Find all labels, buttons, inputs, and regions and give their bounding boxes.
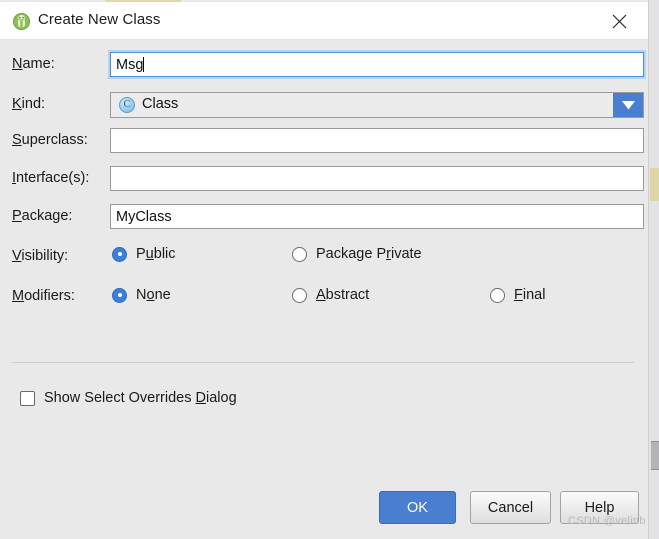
name-label: Name: (12, 56, 55, 72)
radio-final-indicator (490, 288, 505, 303)
show-overrides-label: Show Select Overrides Dialog (44, 390, 237, 406)
dialog-title: Create New Class (38, 11, 160, 28)
package-input[interactable]: MyClass (110, 204, 644, 229)
section-divider (12, 362, 634, 363)
superclass-label-text: uperclass: (22, 132, 88, 148)
interfaces-input[interactable] (110, 166, 644, 191)
radio-none[interactable]: None (112, 287, 171, 303)
show-overrides-checkbox-row[interactable]: Show Select Overrides Dialog (20, 390, 237, 406)
close-icon[interactable] (597, 2, 643, 39)
kind-label-text: ind: (22, 96, 45, 112)
superclass-label: Superclass: (12, 132, 88, 148)
radio-none-label: None (136, 287, 171, 303)
radio-package-private[interactable]: Package Private (292, 246, 422, 262)
name-input[interactable]: Msg (110, 52, 644, 77)
text-caret (143, 57, 144, 72)
radio-final-label: Final (514, 287, 545, 303)
radio-public-label: Public (136, 246, 176, 262)
kind-label: Kind: (12, 96, 45, 112)
kind-select[interactable]: C Class (110, 92, 644, 118)
radio-package-private-label: Package Private (316, 246, 422, 262)
screen: Create New Class Name: Msg Kind: (0, 0, 659, 539)
radio-none-indicator (112, 288, 127, 303)
name-label-mnemonic: N (12, 56, 22, 72)
class-type-icon: C (119, 97, 135, 113)
name-label-text: ame: (22, 56, 54, 72)
visibility-label: Visibility: (12, 248, 68, 264)
show-overrides-checkbox[interactable] (20, 391, 35, 406)
dialog-titlebar: Create New Class (0, 2, 648, 40)
idea-class-icon (13, 13, 30, 30)
package-label-mnemonic: P (12, 208, 22, 224)
scrollbar-warning-marker (650, 168, 659, 201)
scrollbar-thumb[interactable] (651, 441, 659, 470)
modifiers-label-mnemonic: M (12, 288, 24, 304)
editor-scrollbar-gutter[interactable] (648, 0, 659, 539)
package-label-text: ackage: (22, 208, 73, 224)
radio-abstract-indicator (292, 288, 307, 303)
visibility-label-mnemonic: V (12, 248, 21, 264)
dialog-content: Name: Msg Kind: C Class Superclass: (0, 40, 648, 537)
modifiers-label: Modifiers: (12, 288, 75, 304)
package-label: Package: (12, 208, 72, 224)
watermark: CSDN @velinb (568, 515, 646, 527)
interfaces-label-text: nterface(s): (16, 170, 89, 186)
superclass-input[interactable] (110, 128, 644, 153)
interfaces-label: Interface(s): (12, 170, 89, 186)
cancel-button[interactable]: Cancel (470, 491, 551, 524)
radio-package-private-indicator (292, 247, 307, 262)
chevron-down-icon[interactable] (613, 93, 643, 117)
kind-label-mnemonic: K (12, 96, 22, 112)
ok-button[interactable]: OK (379, 491, 456, 524)
radio-public-indicator (112, 247, 127, 262)
create-new-class-dialog: Create New Class Name: Msg Kind: (0, 2, 648, 537)
kind-select-value: Class (142, 96, 178, 112)
modifiers-label-text: odifiers: (24, 288, 75, 304)
radio-abstract-label: Abstract (316, 287, 369, 303)
radio-public[interactable]: Public (112, 246, 176, 262)
name-input-value: Msg (116, 57, 143, 73)
radio-abstract[interactable]: Abstract (292, 287, 369, 303)
visibility-label-text: isibility: (21, 248, 68, 264)
superclass-label-mnemonic: S (12, 132, 22, 148)
radio-final[interactable]: Final (490, 287, 545, 303)
